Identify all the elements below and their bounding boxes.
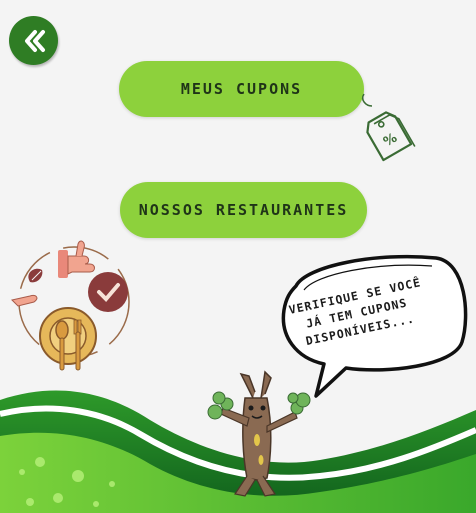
tree-mascot-illustration <box>207 370 311 497</box>
back-button[interactable] <box>9 16 58 65</box>
double-chevron-left-icon <box>24 29 45 52</box>
our-restaurants-label: NOSSOS RESTAURANTES <box>138 201 349 219</box>
our-restaurants-button[interactable]: NOSSOS RESTAURANTES <box>120 182 367 238</box>
svg-text:%: % <box>381 131 400 151</box>
my-coupons-button[interactable]: MEUS CUPONS <box>119 61 364 117</box>
coupon-tag-icon: % <box>361 93 416 162</box>
my-coupons-label: MEUS CUPONS <box>180 80 303 98</box>
food-service-illustration <box>11 240 130 371</box>
